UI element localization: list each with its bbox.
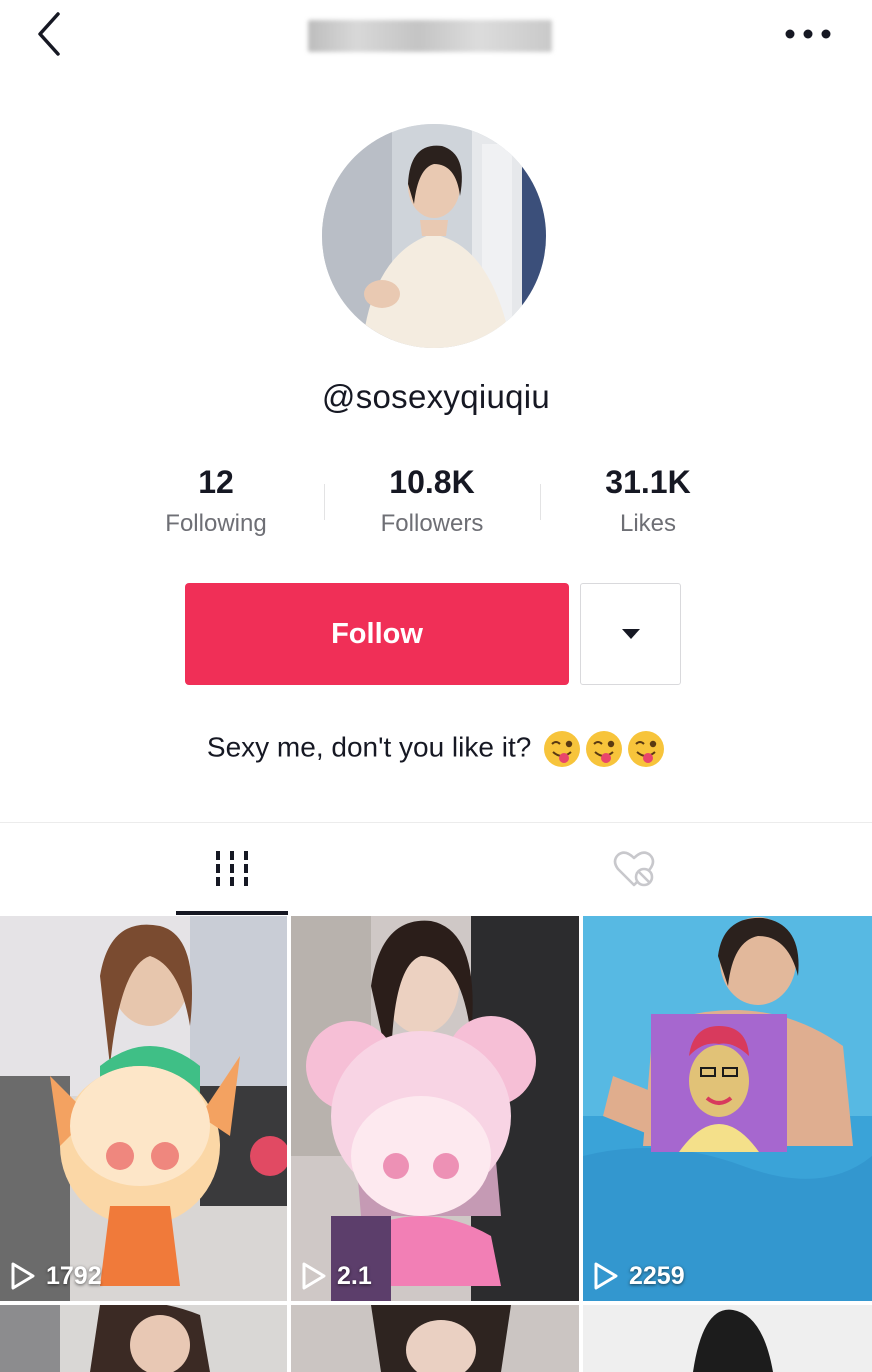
play-count-value: 2.1 [337,1261,372,1290]
play-count: 2259 [593,1261,685,1291]
bio-emoji-group [531,731,665,767]
more-options-button[interactable] [780,16,836,52]
more-horizontal-icon [785,29,831,39]
video-thumbnail[interactable] [291,1305,579,1372]
tab-videos[interactable] [176,823,288,915]
play-count-value: 1792 [46,1261,102,1290]
suggested-accounts-dropdown-button[interactable] [580,583,681,685]
video-thumbnail[interactable]: 2.1 [291,916,579,1301]
video-thumbnail[interactable] [0,1305,287,1372]
profile-username: @sosexyqiuqiu [321,378,551,415]
tab-liked[interactable] [580,823,692,915]
profile-avatar[interactable] [322,124,546,348]
profile-bio: Sexy me, don't you like it? [0,730,872,768]
follow-button[interactable]: Follow [185,583,569,685]
tabs-divider [0,822,872,823]
play-count: 2.1 [301,1261,372,1291]
profile-stats: 12 Following 10.8K Followers 31.1K Likes [108,460,758,550]
avatar-image [322,124,546,348]
back-button[interactable] [28,10,68,58]
followers-count: 10.8K [389,464,475,500]
winking-face-with-tongue-icon [586,731,623,767]
video-thumbnail-image [583,916,872,1301]
likes-label: Likes [619,510,677,537]
videos-grid-icon [216,851,248,886]
video-thumbnail[interactable] [583,1305,872,1372]
active-tab-indicator [176,911,288,915]
followers-label: Followers [380,510,484,537]
following-stat[interactable]: 12 Following [108,460,324,550]
play-count: 1792 [10,1261,102,1291]
winking-face-with-tongue-icon [544,731,581,767]
winking-face-with-tongue-icon [628,731,665,767]
stat-divider [540,484,541,520]
video-thumbnail[interactable]: 1792 [0,916,287,1301]
liked-heart-icon [613,851,655,887]
video-thumbnail-image [0,916,287,1301]
video-thumbnail-image [291,916,579,1301]
stat-divider [324,484,325,520]
play-icon [11,1262,35,1290]
following-count: 12 [198,464,234,500]
likes-count: 31.1K [605,464,691,500]
play-icon [594,1262,618,1290]
top-bar [0,0,872,70]
following-label: Following [165,510,267,537]
followers-stat[interactable]: 10.8K Followers [324,460,540,550]
play-count-value: 2259 [629,1261,685,1290]
video-thumbnail[interactable]: 2259 [583,916,872,1301]
blurred-page-title [308,20,552,52]
video-thumbnail-image [583,1305,872,1372]
video-thumbnail-image [0,1305,287,1372]
video-thumbnail-image [291,1305,579,1372]
chevron-left-icon [38,12,60,56]
caret-down-icon [621,629,640,639]
play-icon [302,1262,326,1290]
video-grid: 1792 2.1 2259 [0,916,872,1372]
likes-stat: 31.1K Likes [540,460,756,550]
bio-text: Sexy me, don't you like it? [206,731,532,763]
